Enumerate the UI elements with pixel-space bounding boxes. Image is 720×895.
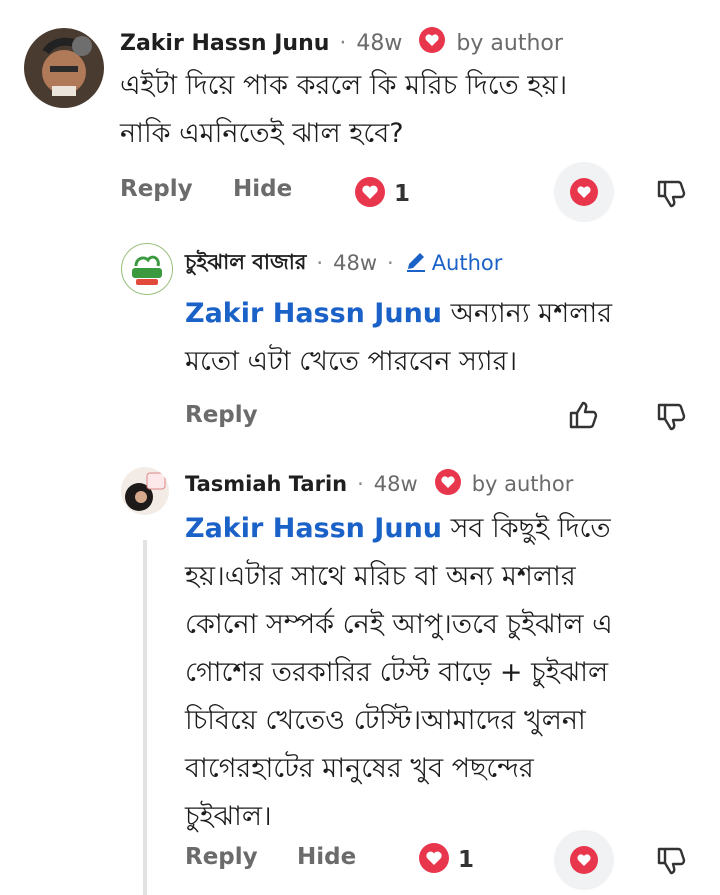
comment-body: Zakir Hassn Junu সব কিছুই দিতে হয়।এটার …	[185, 505, 700, 841]
author-name[interactable]: Zakir Hassn Junu	[120, 31, 329, 56]
mention-link[interactable]: Zakir Hassn Junu	[185, 513, 442, 544]
comment-line: হয়।এটার সাথে মরিচ বা অন্য মশলার	[185, 561, 576, 592]
heart-badge-icon	[434, 468, 462, 501]
separator-dot: ·	[316, 251, 324, 275]
dislike-icon	[657, 180, 686, 208]
comment-line: চুইঝাল।	[185, 801, 272, 832]
avatar-tasmiah[interactable]	[121, 467, 169, 515]
comment-line: নাকি এমনিতেই ঝাল হবে?	[120, 118, 404, 149]
comment-line: এইটা দিয়ে পাক করলে কি মরিচ দিতে হয়।	[120, 70, 568, 101]
heart-icon	[354, 176, 386, 212]
avatar-zakir[interactable]	[24, 28, 104, 108]
comment-header: Tasmiah Tarin · 48w by author	[185, 468, 574, 501]
comment-line: Zakir Hassn Junu সব কিছুই দিতে	[185, 505, 700, 553]
author-name[interactable]: চুইঝাল বাজার	[185, 246, 306, 281]
reply-button[interactable]: Reply	[185, 844, 258, 870]
comment-line: গোশের তরকারির টেস্ট বাড়ে + চুইঝাল	[185, 657, 609, 688]
like-button[interactable]	[566, 399, 600, 433]
separator-dot: ·	[339, 30, 347, 56]
dislike-button[interactable]	[654, 843, 688, 877]
timestamp[interactable]: 48w	[374, 472, 418, 496]
avatar-page[interactable]	[121, 243, 173, 295]
heart-badge-icon	[418, 26, 446, 60]
separator-dot: ·	[387, 251, 394, 275]
reply-button[interactable]: Reply	[120, 176, 193, 202]
comment-line: বাগেরহাটের মানুষের খুব পছন্দের	[185, 753, 534, 784]
hide-button[interactable]: Hide	[297, 844, 356, 870]
comment-line: চিবিয়ে খেতেও টেস্টি।আমাদের খুলনা	[185, 705, 586, 736]
pencil-icon	[404, 249, 428, 278]
thread-line	[143, 540, 147, 895]
comment-line: মতো এটা খেতে পারবেন স্যার।	[185, 346, 518, 377]
dislike-icon	[657, 403, 686, 431]
heart-react-button[interactable]	[554, 830, 614, 890]
by-author-badge: by author	[471, 472, 574, 496]
comment-line: Zakir Hassn Junu অন্যান্য মশলার	[185, 290, 695, 338]
author-name[interactable]: Tasmiah Tarin	[185, 472, 347, 496]
heart-icon	[418, 842, 450, 878]
comment-text: সব কিছুই দিতে	[442, 513, 611, 544]
timestamp[interactable]: 48w	[333, 251, 377, 275]
dislike-icon	[657, 847, 686, 875]
comment-line: কোনো সম্পর্ক নেই আপু।তবে চুইঝাল এ	[185, 609, 613, 640]
comment-text: অন্যান্য মশলার	[442, 298, 613, 329]
dislike-button[interactable]	[654, 399, 688, 433]
timestamp[interactable]: 48w	[356, 31, 402, 56]
dislike-button[interactable]	[654, 176, 688, 210]
by-author-badge: by author	[456, 30, 563, 56]
mention-link[interactable]: Zakir Hassn Junu	[185, 298, 442, 329]
reaction-summary[interactable]: 1	[354, 176, 410, 212]
reply-button[interactable]: Reply	[185, 402, 258, 428]
like-icon	[569, 401, 598, 429]
hide-button[interactable]: Hide	[233, 176, 292, 202]
reaction-summary[interactable]: 1	[418, 842, 474, 878]
heart-react-button[interactable]	[554, 162, 614, 222]
comment-header: Zakir Hassn Junu · 48w by author	[120, 26, 563, 60]
comment-header: চুইঝাল বাজার · 48w · Author	[185, 248, 502, 278]
separator-dot: ·	[357, 472, 364, 496]
comment-body: Zakir Hassn Junu অন্যান্য মশলার মতো এটা …	[185, 290, 695, 386]
comment-body: এইটা দিয়ে পাক করলে কি মরিচ দিতে হয়। না…	[120, 62, 700, 158]
author-badge: Author	[431, 251, 503, 275]
reaction-count: 1	[394, 181, 411, 207]
heart-icon	[570, 178, 598, 206]
heart-icon	[570, 846, 598, 874]
reaction-count: 1	[458, 847, 475, 873]
